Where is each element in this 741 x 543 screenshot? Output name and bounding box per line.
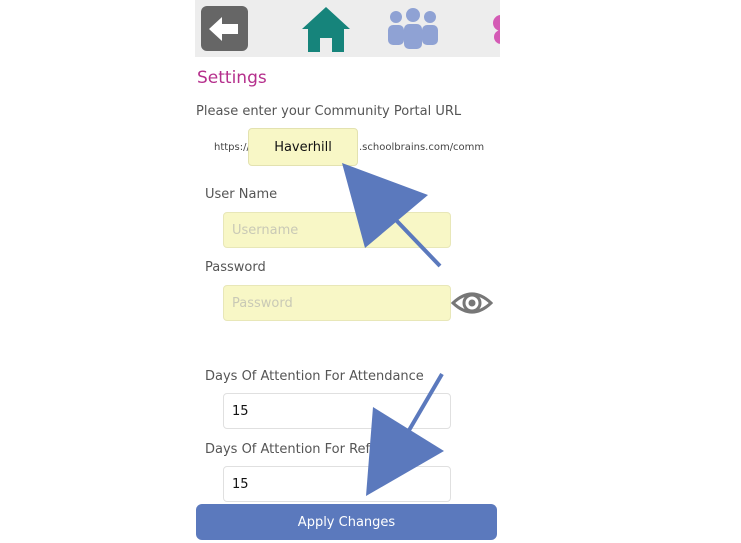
annotation-arrows — [342, 163, 444, 496]
back-button[interactable] — [200, 0, 248, 57]
attendance-days-label: Days Of Attention For Attendance — [205, 369, 424, 384]
show-password-eye-icon[interactable] — [451, 286, 493, 320]
attendance-days-input[interactable]: 15 — [223, 393, 451, 429]
group-button[interactable] — [383, 0, 443, 57]
username-label: User Name — [205, 187, 278, 202]
username-input[interactable]: Username — [223, 212, 451, 248]
portal-url-prompt: Please enter your Community Portal URL — [196, 104, 462, 119]
partial-toolbar-icon[interactable] — [487, 0, 500, 57]
group-icon — [388, 7, 438, 49]
password-label: Password — [205, 260, 266, 275]
url-prefix: https:// — [214, 142, 250, 153]
referral-days-label: Days Of Attention For Refer — [205, 442, 384, 457]
back-arrow-icon — [209, 16, 238, 41]
home-icon — [302, 6, 350, 52]
portal-url-input[interactable]: Haverhill — [248, 128, 358, 166]
page-title: Settings — [197, 68, 267, 88]
top-toolbar — [195, 0, 500, 57]
password-input[interactable]: Password — [223, 285, 451, 321]
home-button[interactable] — [295, 0, 357, 57]
referral-days-input[interactable]: 15 — [223, 466, 451, 502]
apply-changes-button[interactable]: Apply Changes — [196, 504, 497, 540]
url-suffix: .schoolbrains.com/comm — [359, 142, 485, 153]
